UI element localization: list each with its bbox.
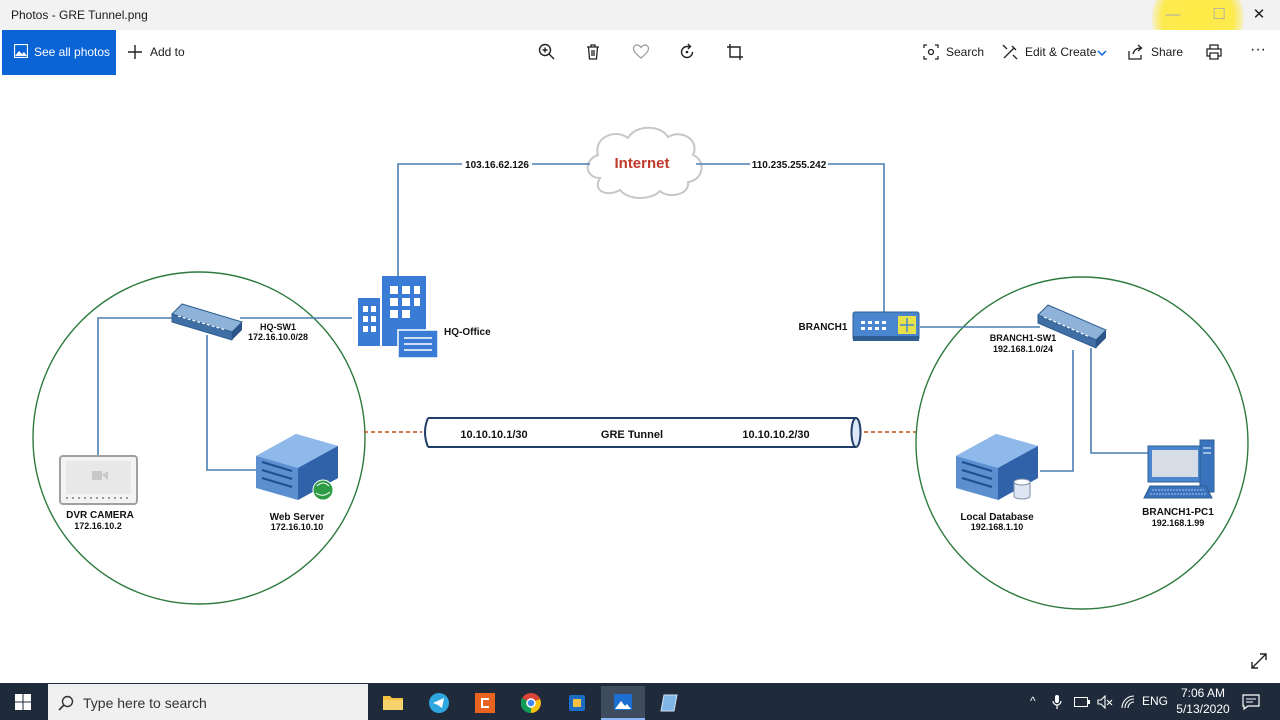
webserver-ip: 172.16.10.10 [271,522,324,532]
share-label: Share [1151,45,1184,59]
notifications-icon[interactable] [1242,694,1260,710]
virtualbox-app[interactable] [555,686,599,720]
image-canvas: Internet 103.16.62.126 110.235.255.242 H… [0,75,1280,683]
pc-ip: 192.168.1.99 [1152,518,1205,528]
localdb-link [1040,350,1074,472]
photos-icon [14,44,28,58]
clock-time: 7:06 AM [1180,686,1226,700]
telegram-icon [429,693,449,713]
branch-sw-net: 192.168.1.0/24 [993,344,1053,354]
branch-sw-name: BRANCH1-SW1 [990,333,1057,343]
taskbar-search-placeholder: Type here to search [83,695,207,711]
file-explorer-app[interactable] [371,686,415,720]
router-icon [852,311,920,341]
search-label: Search [946,45,985,59]
chrome-icon [521,693,541,713]
taskbar-search-box[interactable]: Type here to search [48,684,368,720]
search-icon [923,44,939,60]
dvr-name: DVR CAMERA [66,510,134,521]
webserver-link [206,335,256,471]
see-all-photos-button[interactable]: See all photos [2,30,116,75]
pc-link [1090,348,1148,454]
more-options-label: ··· [1250,41,1266,58]
photos-toolbar: See all photos Add to Search Edit & Crea… [0,30,1280,75]
delete-icon[interactable] [584,43,602,61]
web-server-icon [256,434,338,501]
wifi-icon[interactable] [1120,694,1136,710]
microphone-icon[interactable] [1052,695,1062,709]
add-to-button[interactable]: Add to [124,30,194,75]
minimize-button[interactable]: — [1150,0,1196,30]
dvr-ip: 172.16.10.2 [74,521,122,531]
office-building-icon [358,276,439,359]
photos-app[interactable] [601,686,645,720]
database-server-icon [956,434,1038,500]
network-diagram: Internet 103.16.62.126 110.235.255.242 H… [32,126,1267,669]
hq-sw-net: 172.16.10.0/28 [248,332,308,342]
hq-wan-link [397,163,590,276]
taskbar-clock[interactable]: 7:06 AM 5/13/2020 [1172,685,1234,717]
share-button[interactable]: Share [1127,30,1187,75]
desktop-pc-icon [1143,439,1215,499]
photos-app-icon [614,694,632,710]
close-button[interactable]: ✕ [1236,0,1280,30]
window-title: Photos - GRE Tunnel.png [11,8,148,22]
app-pen[interactable] [647,686,691,720]
telegram-app[interactable] [417,686,461,720]
internet-cloud: Internet [586,126,703,199]
language-indicator[interactable]: ENG [1142,694,1168,708]
fullscreen-icon[interactable] [1251,653,1267,669]
add-to-label: Add to [150,45,185,59]
app-orange[interactable] [463,686,507,720]
branch-public-ip: 110.235.255.242 [752,160,827,171]
clock-date: 5/13/2020 [1176,702,1230,716]
search-button[interactable]: Search [922,30,986,75]
more-options-button[interactable]: ··· [1248,30,1272,75]
hq-public-ip: 103.16.62.126 [465,160,529,171]
windows-start-icon[interactable] [15,694,31,710]
share-icon [1128,44,1143,60]
chrome-app[interactable] [509,686,553,720]
notebook-icon [660,694,678,712]
zoom-in-icon[interactable] [538,43,556,61]
plus-icon [128,45,142,59]
tunnel-branch-ip: 10.10.10.2/30 [742,429,809,441]
app-c-icon [475,693,495,713]
dvr-link [97,317,180,456]
hq-office-label: HQ-Office [444,327,491,338]
edit-icon [1002,44,1018,60]
crop-icon[interactable] [726,43,744,61]
windows-taskbar: Type here to search ^ ENG 7:06 AM 5/13/2… [0,683,1280,720]
hq-sw-name: HQ-SW1 [260,322,296,332]
see-all-photos-label: See all photos [34,45,111,59]
chevron-down-icon [1097,50,1107,57]
show-hidden-icons-icon[interactable]: ^ [1030,694,1036,708]
virtualbox-icon [569,695,585,711]
heart-icon[interactable] [632,43,650,61]
localdb-ip: 192.168.1.10 [971,522,1024,532]
branch1-label: BRANCH1 [799,322,848,333]
tunnel-label: GRE Tunnel [601,429,663,441]
internet-label: Internet [614,155,669,172]
tunnel-hq-ip: 10.10.10.1/30 [460,429,527,441]
edit-create-label: Edit & Create [1025,45,1097,59]
pc-name: BRANCH1-PC1 [1142,507,1214,518]
print-icon[interactable] [1205,43,1223,61]
volume-muted-icon[interactable] [1097,695,1113,709]
battery-icon[interactable] [1074,696,1090,708]
hq-switch-icon [171,303,243,341]
branch-wan-link [696,163,885,312]
title-bar: Photos - GRE Tunnel.png — ☐ ✕ [0,0,1280,64]
search-icon [58,695,74,711]
dvr-camera-icon [59,455,138,505]
rotate-icon[interactable] [678,43,696,61]
edit-create-button[interactable]: Edit & Create [1001,30,1111,75]
folder-icon [383,696,403,710]
